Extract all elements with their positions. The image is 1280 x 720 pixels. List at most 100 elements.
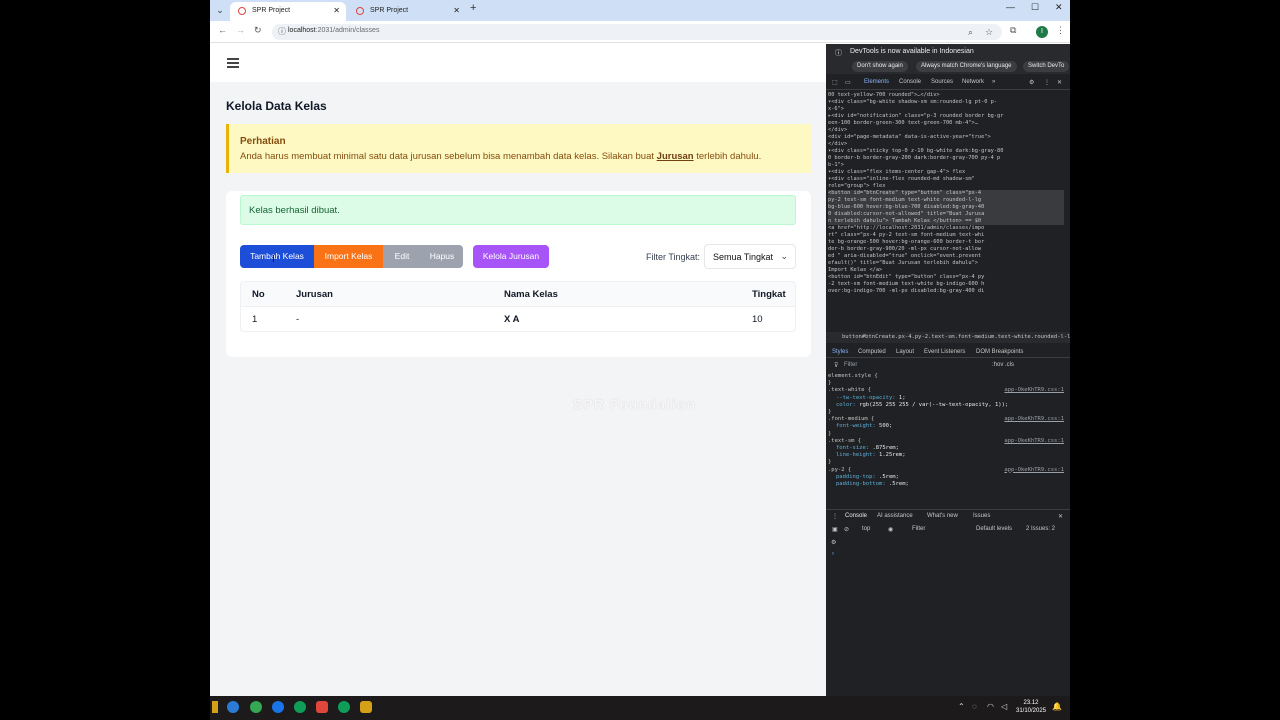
dom-tree-line[interactable]: -2 text-sm font-medium text-white bg-ind… xyxy=(828,281,1064,288)
style-rule-line[interactable]: --tw-text-opacity: 1; xyxy=(828,395,1064,402)
dom-tree-line[interactable]: ▸<div id="notification" class="p-3 round… xyxy=(828,113,1064,120)
browser-menu-icon[interactable]: ⋮ xyxy=(1056,25,1065,36)
style-rule-line[interactable]: element.style { xyxy=(828,373,1064,380)
dom-tree-line[interactable]: Import Kelas </a> xyxy=(828,267,1064,274)
more-tabs-icon[interactable]: » xyxy=(992,79,995,85)
file-explorer-icon[interactable] xyxy=(360,701,372,713)
drawer-tab-issues[interactable]: Issues xyxy=(973,513,990,519)
minimize-icon[interactable]: — xyxy=(1006,2,1015,12)
subtab-layout[interactable]: Layout xyxy=(896,349,914,355)
volume-icon[interactable]: ◁ xyxy=(1001,702,1007,711)
dom-tree-line[interactable]: bg-blue-600 hover:bg-blue-700 disabled:b… xyxy=(828,204,1064,211)
context-select[interactable]: top xyxy=(862,526,870,532)
dom-tree-line[interactable]: <div id="page-metadata" data-is-active-y… xyxy=(828,134,1064,141)
dom-tree-line[interactable]: py-2 text-sm font-medium text-white roun… xyxy=(828,197,1064,204)
style-rule-line[interactable]: .text-white {app-OkeKhTR9.css:1 xyxy=(828,387,1064,394)
dom-tree-line[interactable]: x-6"> xyxy=(828,106,1064,113)
browser-tab[interactable]: SPR Project ✕ xyxy=(348,2,466,21)
extensions-icon[interactable]: ⧉ xyxy=(1010,25,1016,36)
chrome-profile-icon[interactable] xyxy=(272,701,284,713)
browser-tab-active[interactable]: SPR Project ✕ xyxy=(230,2,346,21)
site-info-icon[interactable]: ⓘ xyxy=(278,26,286,37)
style-rule-line[interactable]: .py-2 {app-OkeKhTR9.css:1 xyxy=(828,467,1064,474)
app-icon[interactable] xyxy=(316,701,328,713)
style-rule-line[interactable]: } xyxy=(828,459,1064,466)
dom-tree-line[interactable]: te bg-orange-500 hover:bg-orange-600 bor… xyxy=(828,239,1064,246)
style-rule-line[interactable]: font-weight: 500; xyxy=(828,423,1064,430)
dom-tree-line[interactable]: <button id="btnEdit" type="button" class… xyxy=(828,274,1064,281)
maximize-icon[interactable]: ☐ xyxy=(1031,2,1039,13)
styles-pane[interactable]: element.style {} .text-white {app-OkeKhTR… xyxy=(828,373,1064,503)
style-rule-line[interactable]: } xyxy=(828,431,1064,438)
styles-filter-input[interactable]: Filter xyxy=(844,362,857,368)
close-devtools-icon[interactable]: ✕ xyxy=(1057,79,1062,86)
dom-tree-line[interactable]: role="group"> flex xyxy=(828,183,1064,190)
add-class-button[interactable]: Tambah Kelas xyxy=(240,245,314,268)
jurusan-link[interactable]: Jurusan xyxy=(657,151,694,162)
chrome-icon[interactable] xyxy=(250,701,262,713)
dom-tree-line[interactable]: </div> xyxy=(828,141,1064,148)
close-window-icon[interactable]: ✕ xyxy=(1055,2,1063,13)
dom-tree-line[interactable]: </div> xyxy=(828,127,1064,134)
dom-tree-line[interactable]: efault()" title="Buat Jurusan terlebih d… xyxy=(828,260,1064,267)
tab-console[interactable]: Console xyxy=(899,79,921,85)
chrome-dev-icon[interactable] xyxy=(294,701,306,713)
subtab-dom-breakpoints[interactable]: DOM Breakpoints xyxy=(976,349,1023,355)
drawer-tab-console[interactable]: Console xyxy=(845,513,867,519)
dom-tree-line[interactable]: ed " aria-disabled="true" onclick="event… xyxy=(828,253,1064,260)
sidebar-toggle-icon[interactable]: ▣ xyxy=(832,526,838,533)
widgets-icon[interactable] xyxy=(212,701,218,713)
tray-overflow-icon[interactable]: ⌃ xyxy=(958,702,965,711)
tab-elements[interactable]: Elements xyxy=(864,79,889,85)
chrome-canary-icon[interactable] xyxy=(338,701,350,713)
dom-tree-line[interactable]: ▾<div class="flex items-center gap-4"> f… xyxy=(828,169,1064,176)
close-tab-icon[interactable]: ✕ xyxy=(453,2,460,19)
style-rule-line[interactable]: } xyxy=(828,380,1064,387)
style-rule-line[interactable]: padding-top: .5rem; xyxy=(828,474,1064,481)
drawer-menu-icon[interactable]: ⋮ xyxy=(832,513,838,520)
tab-search-icon[interactable]: ⌄ xyxy=(214,4,226,16)
address-bar[interactable]: ⓘ localhost:2031/admin/classes ⌕ ☆ xyxy=(272,24,1002,40)
style-rule-line[interactable]: font-size: .875rem; xyxy=(828,445,1064,452)
close-tab-icon[interactable]: ✕ xyxy=(333,2,340,19)
settings-icon[interactable]: ⚙ xyxy=(1029,79,1034,86)
dom-tree-line[interactable]: <a href="http://localhost:2031/admin/cla… xyxy=(828,225,1064,232)
inspect-icon[interactable]: ⬚ xyxy=(832,79,838,86)
subtab-event-listeners[interactable]: Event Listeners xyxy=(924,349,965,355)
tab-network[interactable]: Network xyxy=(962,79,984,85)
subtab-styles[interactable]: Styles xyxy=(832,349,848,355)
system-clock[interactable]: 23.12 31/10/2025 xyxy=(1016,699,1046,715)
dom-tree-line[interactable]: 00 text-yellow-700 rounded">…</div> xyxy=(828,92,1064,99)
forward-icon[interactable]: → xyxy=(236,25,245,35)
network-icon[interactable]: ◌ xyxy=(972,702,977,711)
new-tab-icon[interactable]: + xyxy=(470,2,476,14)
dom-tree-line[interactable]: over:bg-indigo-700 -ml-px disabled:bg-gr… xyxy=(828,288,1064,295)
style-rule-line[interactable]: color: rgb(255 255 255 / var(--tw-text-o… xyxy=(828,402,1064,409)
clear-console-icon[interactable]: ⊘ xyxy=(844,526,849,533)
drawer-tab-whats-new[interactable]: What's new xyxy=(927,513,958,519)
style-rule-line[interactable]: } xyxy=(828,409,1064,416)
close-drawer-icon[interactable]: ✕ xyxy=(1058,513,1063,520)
more-options-icon[interactable]: ⋮ xyxy=(1044,79,1050,86)
wifi-icon[interactable]: ◠ xyxy=(987,702,994,711)
edge-icon[interactable] xyxy=(227,701,239,713)
dom-tree-line[interactable]: ▾<div class="bg-white shadow-sm sm:round… xyxy=(828,99,1064,106)
dont-show-again-button[interactable]: Don't show again xyxy=(852,61,908,72)
level-filter-select[interactable]: Semua Tingkat ⌄ xyxy=(704,244,796,269)
style-rule-line[interactable]: .font-medium {app-OkeKhTR9.css:1 xyxy=(828,416,1064,423)
import-class-button[interactable]: Import Kelas xyxy=(314,245,383,268)
device-toolbar-icon[interactable]: ▭ xyxy=(845,79,851,86)
subtab-computed[interactable]: Computed xyxy=(858,349,886,355)
levels-select[interactable]: Default levels xyxy=(976,526,1012,532)
dom-tree-line[interactable]: 0 border-b border-gray-200 dark:border-g… xyxy=(828,155,1064,162)
style-rule-line[interactable]: .text-sm {app-OkeKhTR9.css:1 xyxy=(828,438,1064,445)
tab-sources[interactable]: Sources xyxy=(931,79,953,85)
profile-avatar[interactable]: I xyxy=(1036,26,1048,38)
dom-tree-line[interactable]: 0 disabled:cursor-not-allowed" title="Bu… xyxy=(828,211,1064,218)
style-tools[interactable]: :hov .cls xyxy=(992,362,1014,368)
dom-tree-line[interactable]: der-b border-gray-900/20 -ml-px cursor-n… xyxy=(828,246,1064,253)
dom-tree-line[interactable]: n terlebih dahulu"> Tambah Kelas </butto… xyxy=(828,218,1064,225)
notifications-icon[interactable]: 🔔 xyxy=(1052,702,1062,711)
dom-tree[interactable]: 00 text-yellow-700 rounded">…</div> ▾<div… xyxy=(826,92,1064,332)
back-icon[interactable]: ← xyxy=(218,25,227,35)
